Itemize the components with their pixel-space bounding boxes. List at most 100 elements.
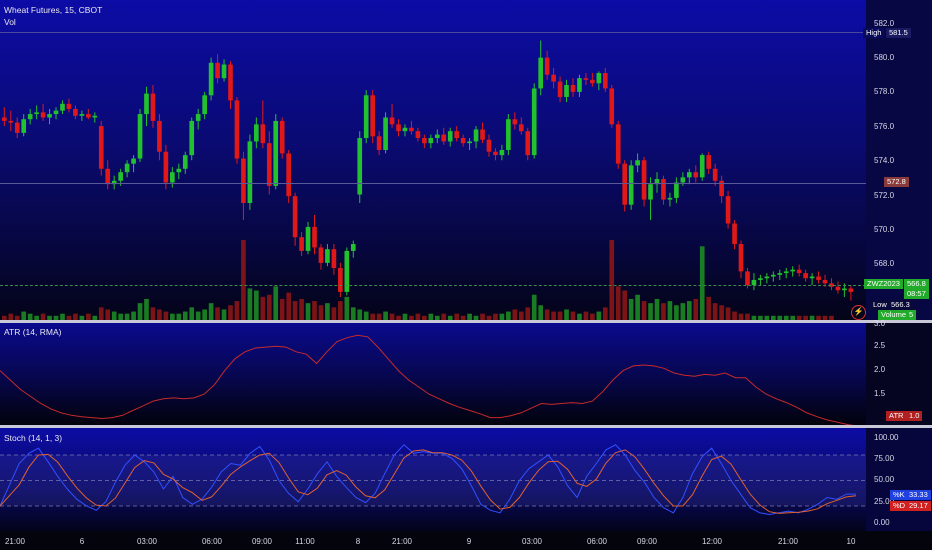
volume-bar [538, 305, 544, 320]
volume-bar [221, 309, 227, 320]
volume-bar [189, 307, 195, 320]
candle-body [551, 74, 556, 82]
atr-title[interactable]: ATR (14, RMA) [4, 327, 61, 337]
volume-bar [648, 303, 653, 320]
time-tick: 10 [846, 537, 856, 546]
last-price-line [0, 285, 866, 286]
volume-bar [363, 311, 369, 320]
candle-body [157, 120, 162, 152]
volume-bar [609, 240, 615, 320]
candle-body [350, 244, 356, 251]
candle-body [447, 131, 453, 142]
time-tick: 8 [355, 537, 361, 546]
volume-bar [299, 298, 304, 320]
time-tick: 03:00 [521, 537, 543, 546]
candle-body [486, 139, 492, 152]
price-chart [2, 40, 854, 320]
candle-body [609, 88, 615, 125]
time-axis[interactable]: 21:00 6 03:00 06:00 09:00 11:00 8 21:00 … [0, 531, 932, 550]
candle-body [338, 267, 343, 292]
volume-bar [570, 311, 576, 320]
candle-body [189, 120, 195, 156]
price-tick: 568.0 [874, 259, 895, 268]
stoch-chart [0, 444, 866, 516]
candle-body [745, 271, 750, 286]
candle-body [674, 182, 679, 198]
candle-body [305, 226, 311, 251]
volume-bar [202, 309, 207, 320]
candle-body [396, 124, 401, 132]
flash-icon[interactable]: ⚡ [851, 305, 866, 320]
volume-bar [144, 298, 149, 320]
candle-body [8, 120, 14, 123]
time-tick: 21:00 [4, 537, 26, 546]
candle-body [764, 276, 770, 279]
candle-body [182, 155, 188, 169]
atr-axis[interactable]: 3.0 2.5 2.0 1.5 ATR 1.0 [866, 319, 932, 425]
volume-bar [273, 286, 279, 320]
candle-body [467, 141, 472, 144]
candle-body [331, 249, 337, 268]
candle-body [531, 88, 537, 156]
candle-body [803, 273, 808, 279]
atr-tick: 2.0 [874, 365, 886, 374]
volume-bar [131, 311, 136, 320]
candle-body [680, 177, 686, 183]
stoch-axis[interactable]: 100.00 75.00 50.00 25.00 0.00 %K 33.33 %… [866, 428, 932, 531]
trading-chart-window: Wheat Futures, 15, CBOT Vol ⚡ 582.0 580.… [0, 0, 932, 550]
price-tick: 572.0 [874, 191, 895, 200]
candle-body [163, 151, 169, 183]
high-label: High [863, 28, 885, 38]
candle-body [512, 119, 518, 125]
symbol-title[interactable]: Wheat Futures, 15, CBOT [4, 5, 102, 15]
candle-body [325, 249, 330, 263]
atr-pane[interactable]: ATR (14, RMA) [0, 323, 866, 425]
price-axis[interactable]: 582.0 580.0 578.0 576.0 574.0 572.0 570.… [863, 0, 932, 320]
volume-title[interactable]: Vol [4, 17, 16, 27]
candle-body [493, 151, 498, 156]
candle-body [299, 237, 304, 251]
candle-body [79, 114, 85, 116]
volume-bar [234, 301, 240, 320]
candle-body [628, 165, 634, 205]
volume-bar [331, 307, 337, 320]
atr-line [0, 334, 854, 425]
price-pane[interactable]: Wheat Futures, 15, CBOT Vol ⚡ [0, 0, 866, 320]
volume-bar [254, 290, 259, 320]
candle-body [266, 143, 272, 186]
candle-body [370, 95, 375, 137]
candle-body [47, 114, 52, 118]
volume-bar [615, 286, 621, 320]
volume-bar [137, 303, 143, 320]
candle-body [499, 149, 505, 156]
candle-body [809, 276, 815, 279]
candle-body [602, 73, 608, 89]
high-value: 581.5 [886, 28, 911, 38]
candle-body [402, 127, 408, 132]
volume-bar [105, 309, 111, 320]
last-price-badge: 566.8 [904, 279, 929, 289]
candle-body [176, 168, 182, 173]
atr-value: 1.0 [906, 411, 923, 421]
stoch-pane[interactable]: Stoch (14, 1, 3) [0, 428, 866, 531]
candle-body [260, 124, 266, 144]
candle-body [21, 119, 27, 133]
volume-bar [312, 301, 317, 320]
price-tick: 576.0 [874, 122, 895, 131]
candle-body [480, 129, 485, 140]
volume-bar [325, 303, 330, 320]
time-tick: 06:00 [201, 537, 223, 546]
candle-body [14, 122, 20, 133]
contract-badge: ZWZ2023 [864, 279, 903, 289]
volume-bar [338, 301, 343, 320]
countdown-badge: 08:57 [904, 289, 929, 299]
candle-body [564, 85, 569, 97]
candle-body [312, 226, 317, 248]
volume-bar [544, 309, 550, 320]
stoch-tick: 0.00 [874, 518, 890, 527]
stoch-title[interactable]: Stoch (14, 1, 3) [4, 433, 62, 443]
atr-tick: 2.5 [874, 341, 886, 350]
volume-bar [686, 301, 692, 320]
volume-bar [305, 303, 311, 320]
candle-body [273, 120, 279, 186]
